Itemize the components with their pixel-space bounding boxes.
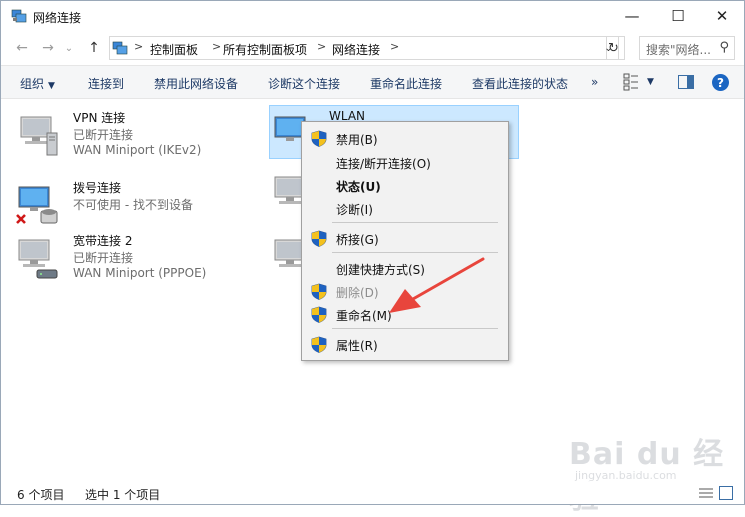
- forward-button[interactable]: →: [39, 39, 57, 57]
- network-folder-icon: [11, 9, 27, 23]
- dialup-computer-icon: [16, 186, 58, 224]
- title-bar: 网络连接 — ☐ ✕: [1, 1, 744, 31]
- preview-pane-icon[interactable]: [678, 75, 694, 89]
- control-panel-icon: [112, 41, 128, 55]
- menu-item-label: 诊断(I): [336, 203, 373, 217]
- menu-item-status[interactable]: 状态(U): [302, 174, 508, 196]
- change-view-icon[interactable]: [623, 73, 639, 91]
- help-icon[interactable]: ?: [712, 74, 729, 91]
- menu-item-label: 连接/断开连接(O): [336, 157, 431, 171]
- view-options-dropdown-icon[interactable]: ▼: [647, 77, 654, 87]
- connection-status: 不可使用 - 找不到设备: [73, 198, 193, 212]
- connection-device: WAN Miniport (PPPOE): [73, 266, 207, 280]
- rename-connection-button[interactable]: 重命名此连接: [370, 75, 442, 92]
- organize-label: 组织: [20, 77, 45, 91]
- menu-item-label: 禁用(B): [336, 133, 378, 147]
- uac-shield-icon: [311, 130, 327, 147]
- breadcrumb-all-items[interactable]: 所有控制面板项: [223, 41, 307, 58]
- disable-device-button[interactable]: 禁用此网络设备: [154, 75, 238, 92]
- context-menu: 禁用(B) 连接/断开连接(O) 状态(U) 诊断(I) 桥接(G) 创建快捷方式(S) 删…: [301, 121, 509, 361]
- breadcrumb-separator: >: [212, 40, 222, 53]
- menu-item-rename[interactable]: 重命名(M): [302, 303, 508, 325]
- caret-down-icon: ▼: [48, 81, 55, 91]
- breadcrumb-network-connections[interactable]: 网络连接: [332, 41, 380, 58]
- item-count: 6 个项目: [17, 488, 65, 502]
- uac-shield-icon: [311, 306, 327, 323]
- recent-locations-dropdown[interactable]: ⌄: [63, 39, 75, 57]
- network-connections-window: 网络连接 — ☐ ✕ ← → ⌄ ↑ > 控制面板 > 所有控制面板项 > 网络…: [0, 0, 745, 516]
- search-icon: ⚲: [719, 40, 729, 55]
- maximize-button[interactable]: ☐: [655, 1, 701, 31]
- menu-separator: [332, 222, 498, 223]
- organize-menu[interactable]: 组织 ▼: [20, 75, 55, 92]
- status-bar: 6 个项目 选中 1 个项目: [1, 482, 744, 504]
- breadcrumb-separator: >: [317, 40, 327, 53]
- window-title: 网络连接: [33, 11, 82, 25]
- search-placeholder: 搜索"网络...: [646, 43, 711, 57]
- menu-separator: [332, 252, 498, 253]
- close-button[interactable]: ✕: [699, 1, 745, 31]
- refresh-button[interactable]: ↻: [603, 36, 625, 60]
- menu-item-label: 重命名(M): [336, 309, 392, 323]
- connection-item-vpn[interactable]: VPN 连接 已断开连接 WAN Miniport (IKEv2): [1, 109, 231, 159]
- minimize-button[interactable]: —: [609, 1, 655, 31]
- menu-separator: [332, 328, 498, 329]
- menu-item-label: 属性(R): [336, 339, 378, 353]
- back-button[interactable]: ←: [13, 39, 31, 57]
- menu-item-create-shortcut[interactable]: 创建快捷方式(S): [302, 257, 508, 279]
- uac-shield-icon: [311, 283, 327, 300]
- connection-name: 拨号连接: [73, 181, 122, 195]
- broadband-computer-icon: [18, 239, 58, 279]
- command-bar: 组织 ▼ 连接到 禁用此网络设备 诊断这个连接 重命名此连接 查看此连接的状态 »…: [1, 65, 744, 99]
- connection-status: 已断开连接: [73, 128, 134, 142]
- breadcrumb-control-panel[interactable]: 控制面板: [150, 41, 198, 58]
- menu-item-diagnose[interactable]: 诊断(I): [302, 197, 508, 219]
- diagnose-button[interactable]: 诊断这个连接: [268, 75, 340, 92]
- breadcrumb-separator: >: [134, 40, 144, 53]
- menu-item-label: 删除(D): [336, 286, 379, 300]
- connection-status: 已断开连接: [73, 251, 134, 265]
- uac-shield-icon: [311, 336, 327, 353]
- connection-name: VPN 连接: [73, 111, 126, 125]
- tiles-view-icon[interactable]: [719, 486, 733, 500]
- baidu-watermark: Bai du 经验 jingyan.baidu.com: [569, 429, 739, 516]
- connection-name: 宽带连接 2: [73, 234, 133, 248]
- watermark-subtext: jingyan.baidu.com: [575, 469, 677, 482]
- menu-item-bridge[interactable]: 桥接(G): [302, 227, 508, 249]
- menu-item-properties[interactable]: 属性(R): [302, 333, 508, 355]
- selected-count: 选中 1 个项目: [85, 488, 161, 502]
- menu-item-label: 状态(U): [336, 180, 381, 194]
- details-view-icon[interactable]: [699, 487, 713, 499]
- connect-to-button[interactable]: 连接到: [88, 75, 124, 92]
- menu-item-connect-disconnect[interactable]: 连接/断开连接(O): [302, 151, 508, 173]
- connection-item-broadband[interactable]: 宽带连接 2 已断开连接 WAN Miniport (PPPOE): [1, 232, 231, 282]
- menu-item-delete: 删除(D): [302, 280, 508, 302]
- menu-item-disable[interactable]: 禁用(B): [302, 127, 508, 149]
- more-commands-button[interactable]: »: [591, 75, 598, 89]
- view-status-button[interactable]: 查看此连接的状态: [472, 75, 568, 92]
- address-bar[interactable]: > 控制面板 > 所有控制面板项 > 网络连接 >: [109, 36, 607, 60]
- up-button[interactable]: ↑: [85, 39, 103, 57]
- menu-item-label: 桥接(G): [336, 233, 379, 247]
- connection-device: WAN Miniport (IKEv2): [73, 143, 202, 157]
- connection-item-dialup[interactable]: 拨号连接 不可使用 - 找不到设备: [1, 179, 231, 229]
- uac-shield-icon: [311, 230, 327, 247]
- navigation-bar: ← → ⌄ ↑ > 控制面板 > 所有控制面板项 > 网络连接 > ⌄ ↻ 搜索…: [1, 31, 744, 65]
- search-box[interactable]: 搜索"网络... ⚲: [639, 36, 735, 60]
- vpn-computer-icon: [20, 116, 58, 156]
- breadcrumb-separator: >: [390, 40, 400, 53]
- menu-item-label: 创建快捷方式(S): [336, 263, 425, 277]
